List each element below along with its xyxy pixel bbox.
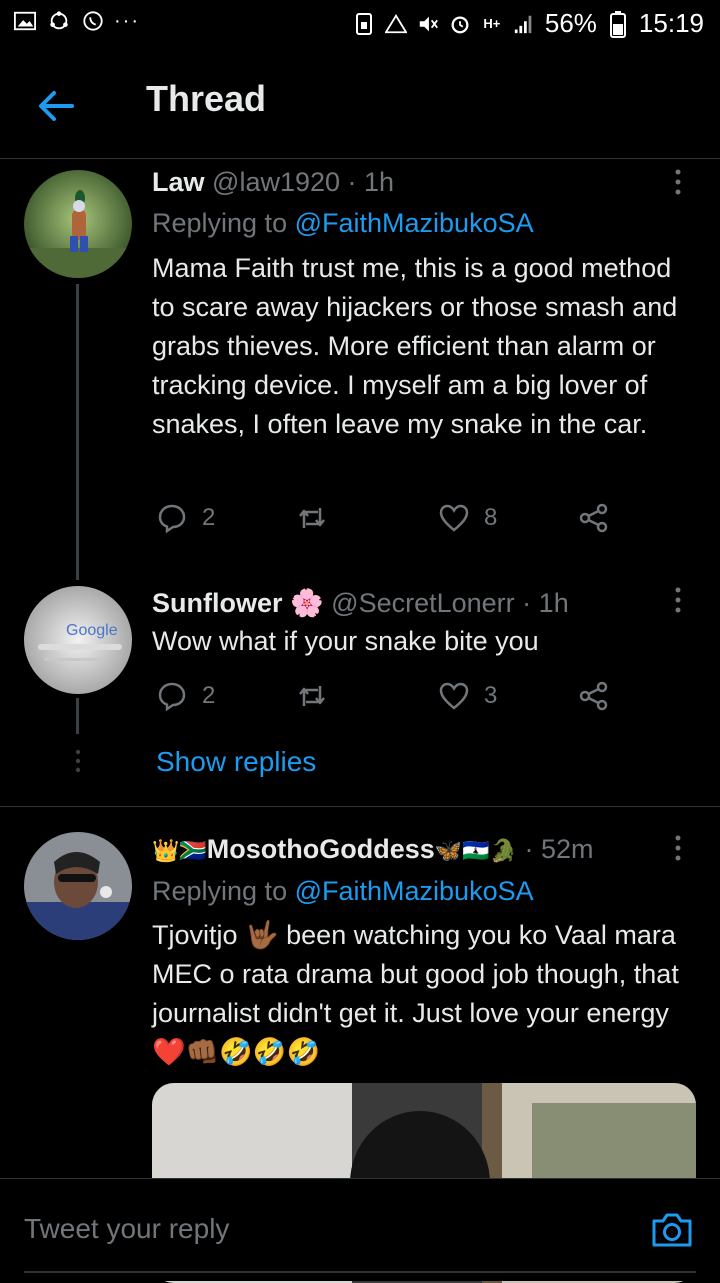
tweet-text: Tjovitjo 🤟🏾 been watching you ko Vaal ma…: [152, 920, 679, 1067]
like-count: 8: [484, 504, 498, 531]
timestamp: 1h: [364, 167, 395, 197]
separator: ·: [516, 834, 541, 864]
replying-to: Replying to @FaithMazibukoSA: [152, 876, 534, 907]
tweet-header: Law @law1920 · 1h: [152, 167, 394, 198]
separator: ·: [514, 588, 539, 618]
display-name[interactable]: Sunflower: [152, 588, 283, 618]
thread-connector-line: [76, 284, 79, 580]
name-suffix-emoji: 🦋🇱🇸🐊: [434, 838, 517, 863]
like-button[interactable]: 8: [438, 502, 497, 534]
reply-button[interactable]: 2: [156, 502, 215, 534]
avatar[interactable]: [24, 170, 132, 278]
avatar[interactable]: [24, 832, 132, 940]
reply-icon: [158, 504, 186, 534]
more-options-button[interactable]: [672, 834, 684, 862]
more-vertical-icon: [675, 835, 681, 861]
camera-icon: [652, 1213, 692, 1247]
timestamp: 52m: [540, 834, 594, 864]
reply-count: 2: [202, 682, 216, 709]
timestamp: 1h: [538, 588, 569, 618]
replying-to-handle[interactable]: @FaithMazibukoSA: [295, 208, 534, 238]
display-name[interactable]: Law: [152, 167, 205, 197]
retweet-button[interactable]: [296, 680, 342, 712]
name-prefix-emoji: 👑🇿🇦: [152, 838, 207, 863]
reply-button[interactable]: 2: [156, 680, 215, 712]
reply-count: 2: [202, 504, 216, 531]
share-button[interactable]: [578, 680, 610, 712]
share-icon: [579, 503, 608, 533]
heart-icon: [439, 682, 469, 710]
reply-icon: [158, 682, 186, 712]
retweet-button[interactable]: [296, 502, 342, 534]
camera-button[interactable]: [650, 1209, 694, 1249]
retweet-icon: [299, 508, 325, 528]
more-vertical-icon: [675, 587, 681, 613]
tweet-actions: 2 8: [152, 502, 652, 542]
replying-to-handle[interactable]: @FaithMazibukoSA: [295, 876, 534, 906]
share-icon: [579, 681, 608, 711]
tweet-header: Sunflower 🌸 @SecretLonerr · 1h: [152, 587, 569, 619]
display-name[interactable]: MosothoGoddess: [207, 834, 435, 864]
retweet-icon: [299, 686, 325, 706]
tweet-text: Mama Faith trust me, this is a good meth…: [152, 253, 678, 439]
tweet-sunflower[interactable]: Google Sunflower 🌸 @SecretLonerr · 1h Wo…: [0, 580, 720, 808]
like-button[interactable]: 3: [438, 680, 497, 712]
like-count: 3: [484, 682, 498, 709]
tweet-actions: 2 3: [152, 680, 652, 720]
share-button[interactable]: [578, 502, 610, 534]
bottom-divider: [24, 1271, 696, 1273]
thread-dots: [74, 748, 82, 781]
tweet-text: Wow what if your snake bite you: [152, 626, 539, 656]
reply-composer: [0, 1178, 720, 1281]
more-options-button[interactable]: [672, 168, 684, 196]
replying-to-label: Replying to: [152, 876, 295, 906]
more-options-button[interactable]: [672, 586, 684, 614]
more-vertical-icon: [675, 169, 681, 195]
handle[interactable]: @law1920: [212, 167, 340, 197]
tweet-header: 👑🇿🇦MosothoGoddess🦋🇱🇸🐊 · 52m: [152, 834, 594, 865]
replying-to: Replying to @FaithMazibukoSA: [152, 208, 534, 239]
reply-input[interactable]: [24, 1213, 584, 1245]
tweet-law[interactable]: Law @law1920 · 1h Replying to @FaithMazi…: [0, 0, 720, 580]
divider: [0, 806, 720, 807]
separator: ·: [340, 167, 365, 197]
replying-to-label: Replying to: [152, 208, 295, 238]
thread-connector-line: [76, 698, 79, 734]
avatar[interactable]: Google: [24, 586, 132, 694]
handle[interactable]: @SecretLonerr: [331, 588, 515, 618]
name-emoji: 🌸: [290, 588, 324, 618]
show-replies-link[interactable]: Show replies: [156, 746, 316, 778]
heart-icon: [439, 504, 469, 532]
avatar-google-text: Google: [66, 622, 118, 639]
